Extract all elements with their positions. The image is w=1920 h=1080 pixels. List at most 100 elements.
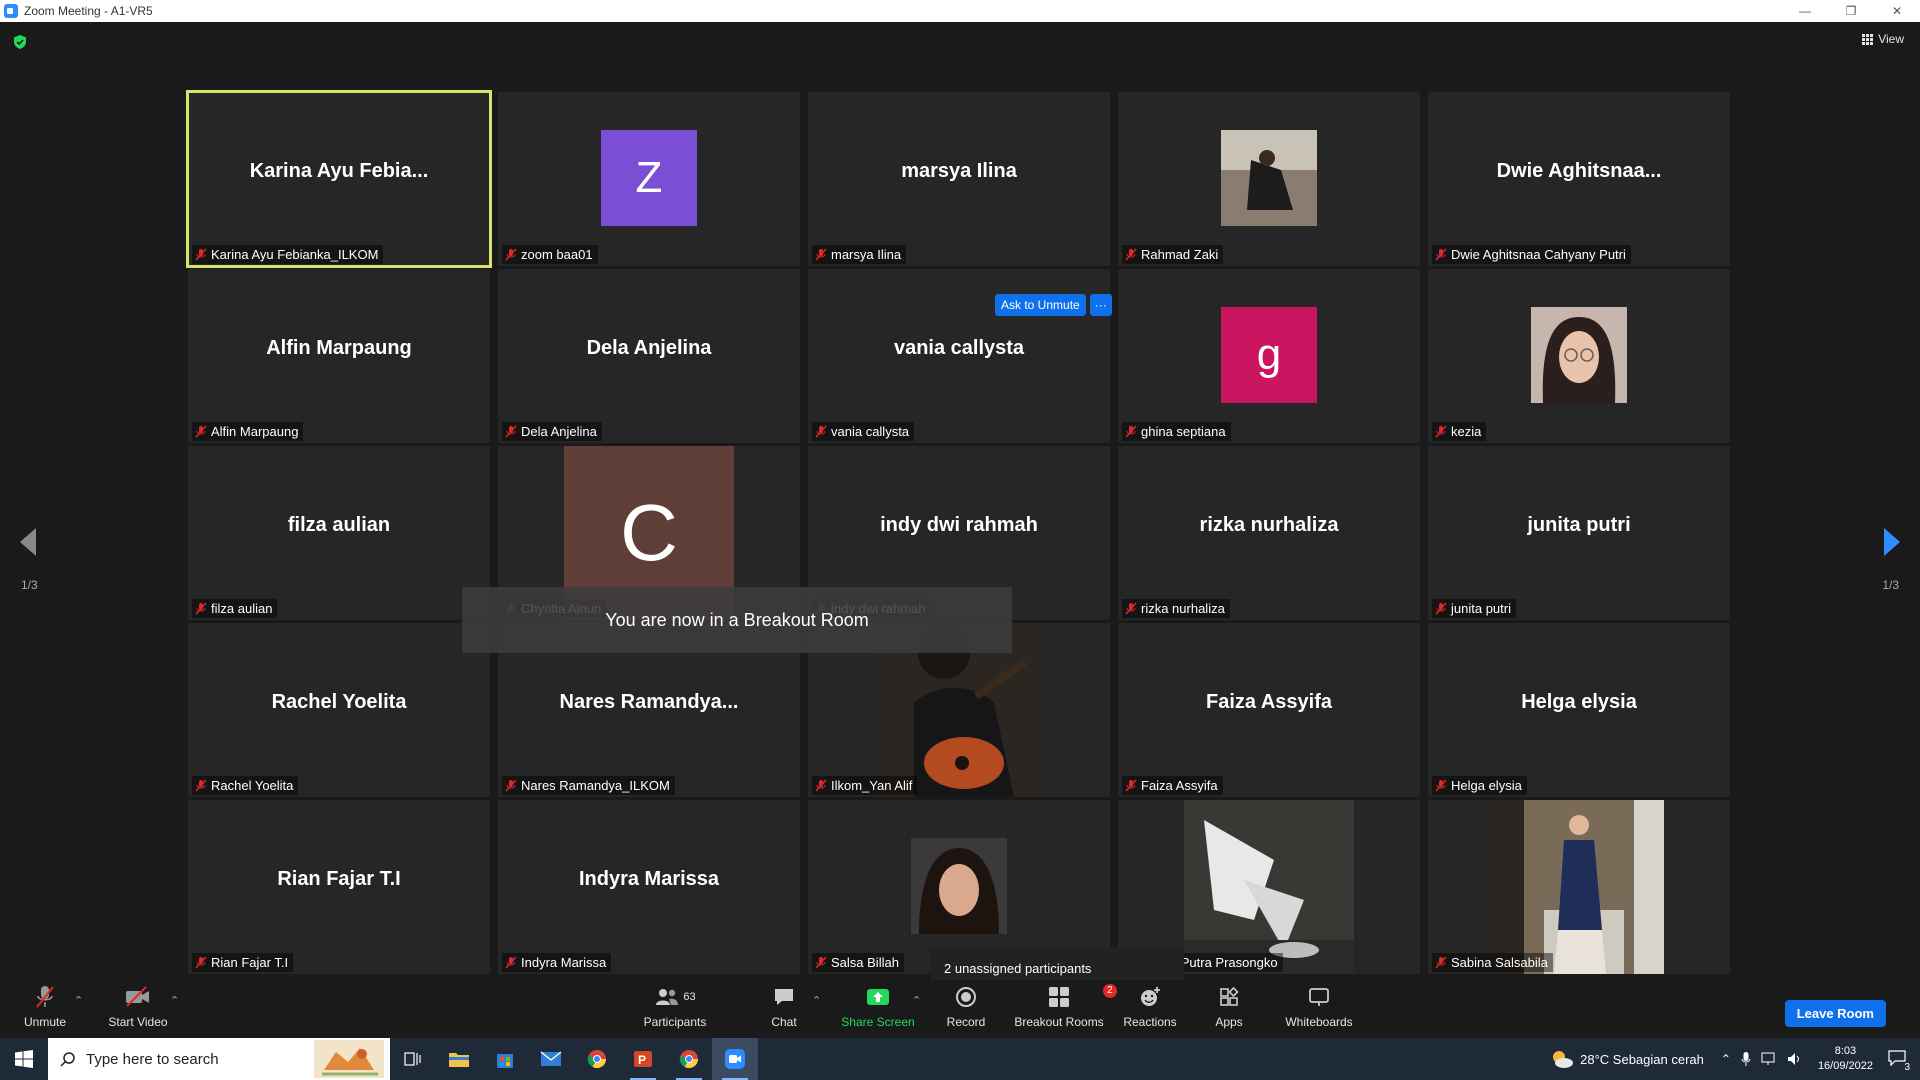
participant-name-text: ghina septiana <box>1141 424 1226 439</box>
file-explorer-app[interactable] <box>436 1038 482 1080</box>
page-indicator-left: 1/3 <box>21 578 38 592</box>
participant-display-name: Helga elysia <box>1521 691 1637 713</box>
breakout-room-notification: You are now in a Breakout Room <box>462 587 1012 653</box>
window-title: Zoom Meeting - A1-VR5 <box>24 4 153 18</box>
volume-icon[interactable] <box>1787 1052 1803 1066</box>
participant-tile[interactable]: rizka nurhaliza rizka nurhaliza <box>1118 446 1420 620</box>
participants-button[interactable]: 63 Participants <box>640 982 710 1029</box>
next-page-arrow-icon[interactable] <box>1884 528 1900 556</box>
participant-name-text: Rachel Yoelita <box>211 778 294 793</box>
participant-name-text: kezia <box>1451 424 1482 439</box>
windows-taskbar: Type here to search P 28°C Sebagian cera… <box>0 1038 1920 1080</box>
participant-tile[interactable]: Sabina Salsabila <box>1428 800 1730 974</box>
participant-name-text: marsya Ilina <box>831 247 902 262</box>
participant-tile[interactable]: Karina Ayu Febia... Karina Ayu Febianka_I… <box>186 90 492 268</box>
breakout-rooms-button[interactable]: 2 Breakout Rooms <box>1014 982 1117 1029</box>
participant-name-label: Karina Ayu Febianka_ILKOM <box>192 245 384 264</box>
mic-off-icon <box>505 248 517 261</box>
participant-tile[interactable]: Faiza Assyifa Faiza Assyifa <box>1118 623 1420 797</box>
restore-button[interactable]: ❐ <box>1828 0 1874 22</box>
shield-icon[interactable] <box>12 34 28 50</box>
participant-display-name: filza aulian <box>287 514 391 536</box>
participant-name-label: Indyra Marissa <box>502 953 612 972</box>
chrome-app[interactable] <box>574 1038 620 1080</box>
whiteboards-button[interactable]: Whiteboards <box>1284 982 1354 1029</box>
participant-tile[interactable]: Alfin Marpaung Alfin Marpaung <box>188 269 490 443</box>
chrome-profile-app[interactable] <box>666 1038 712 1080</box>
windows-start-button[interactable] <box>0 1038 48 1080</box>
participant-tile[interactable]: Rachel Yoelita Rachel Yoelita <box>188 623 490 797</box>
chat-icon <box>775 989 793 1005</box>
participant-name-text: junita putri <box>1451 601 1511 616</box>
chat-options-caret-icon[interactable]: ⌃ <box>812 994 821 1007</box>
more-options-button[interactable]: ··· <box>1089 294 1112 316</box>
share-options-caret-icon[interactable]: ⌃ <box>912 994 921 1007</box>
participant-tile[interactable]: Dela Anjelina Dela Anjelina <box>498 269 800 443</box>
participant-tile[interactable]: filza aulian filza aulian <box>188 446 490 620</box>
participant-display-name: Dwie Aghitsnaa... <box>1496 160 1662 182</box>
participant-name-text: Dwie Aghitsnaa Cahyany Putri <box>1451 247 1626 262</box>
participant-photo <box>1531 307 1627 403</box>
participant-tile[interactable]: Zzoom baa01 <box>498 92 800 266</box>
participant-display-name: Rachel Yoelita <box>271 691 407 713</box>
participant-name-text: rizka nurhaliza <box>1141 601 1225 616</box>
mic-off-icon <box>1125 602 1137 615</box>
mail-icon <box>540 1051 562 1066</box>
apps-icon <box>1220 986 1239 1006</box>
participant-display-name: Alfin Marpaung <box>266 337 412 359</box>
chat-button[interactable]: Chat <box>766 982 802 1029</box>
notifications-button[interactable]: 3 <box>1888 1049 1912 1073</box>
apps-button[interactable]: Apps <box>1214 982 1244 1029</box>
chrome-icon <box>587 1050 606 1069</box>
participant-name-text: Alfin Marpaung <box>211 424 299 439</box>
participant-tile[interactable]: marsya Ilina marsya Ilina <box>808 92 1110 266</box>
microsoft-store-app[interactable] <box>482 1038 528 1080</box>
participant-name-label: Ilkom_Yan Alif <box>812 776 918 795</box>
participant-tile[interactable]: Rahmad Zaki <box>1118 92 1420 266</box>
participant-tile[interactable]: junita putri junita putri <box>1428 446 1730 620</box>
microphone-icon[interactable] <box>1741 1051 1751 1067</box>
mail-app[interactable] <box>528 1038 574 1080</box>
audio-options-caret-icon[interactable]: ⌃ <box>74 994 83 1007</box>
participant-display-name: Karina Ayu Febia... <box>249 160 429 182</box>
participants-count: 63 <box>683 991 696 1003</box>
show-hidden-icons-icon[interactable]: ⌃ <box>1721 1052 1731 1066</box>
participant-photo <box>1494 800 1664 974</box>
participant-tile[interactable]: Dwie Aghitsnaa... Dwie Aghitsnaa Cahyany … <box>1428 92 1730 266</box>
zoom-app[interactable] <box>712 1038 758 1080</box>
previous-page-arrow-icon[interactable] <box>20 528 36 556</box>
mic-off-icon <box>1125 779 1137 792</box>
close-window-button[interactable]: ✕ <box>1874 0 1920 22</box>
taskbar-search-box[interactable]: Type here to search <box>48 1038 390 1080</box>
mic-off-icon <box>505 425 517 438</box>
unmute-button[interactable]: Unmute <box>20 982 70 1029</box>
participant-tile[interactable]: g ghina septiana <box>1118 269 1420 443</box>
mic-off-icon <box>505 956 517 969</box>
video-options-caret-icon[interactable]: ⌃ <box>170 994 179 1007</box>
participant-display-name: vania callysta <box>893 337 1025 359</box>
powerpoint-app[interactable]: P <box>620 1038 666 1080</box>
minimize-button[interactable]: — <box>1782 0 1828 22</box>
participant-name-text: vania callysta <box>831 424 910 439</box>
system-clock[interactable]: 8:03 16/09/2022 <box>1818 1044 1873 1074</box>
participant-avatar: Z <box>601 130 697 226</box>
leave-room-button[interactable]: Leave Room <box>1784 1000 1886 1027</box>
task-view-button[interactable] <box>390 1038 436 1080</box>
record-button[interactable]: Record <box>944 982 988 1029</box>
mic-off-icon <box>1435 956 1447 969</box>
participant-tile[interactable]: Rian Fajar T.I Rian Fajar T.I <box>188 800 490 974</box>
participant-name-text: zoom baa01 <box>521 247 593 262</box>
weather-widget[interactable]: 28°C Sebagian cerah <box>1550 1049 1704 1069</box>
partly-cloudy-icon <box>1553 1051 1574 1068</box>
reactions-button[interactable]: Reactions <box>1123 982 1177 1029</box>
start-video-button[interactable]: Start Video <box>106 982 170 1029</box>
participant-name-label: Rahmad Zaki <box>1122 245 1224 264</box>
view-button[interactable]: View <box>1862 32 1904 46</box>
network-icon[interactable] <box>1761 1052 1777 1066</box>
participant-tile[interactable]: kezia <box>1428 269 1730 443</box>
participant-tile[interactable]: Indyra Marissa Indyra Marissa <box>498 800 800 974</box>
share-screen-button[interactable]: Share Screen <box>840 982 916 1029</box>
participant-tile[interactable]: Helga elysia Helga elysia <box>1428 623 1730 797</box>
mic-off-icon <box>1435 602 1447 615</box>
ask-to-unmute-button[interactable]: Ask to Unmute <box>995 294 1086 316</box>
